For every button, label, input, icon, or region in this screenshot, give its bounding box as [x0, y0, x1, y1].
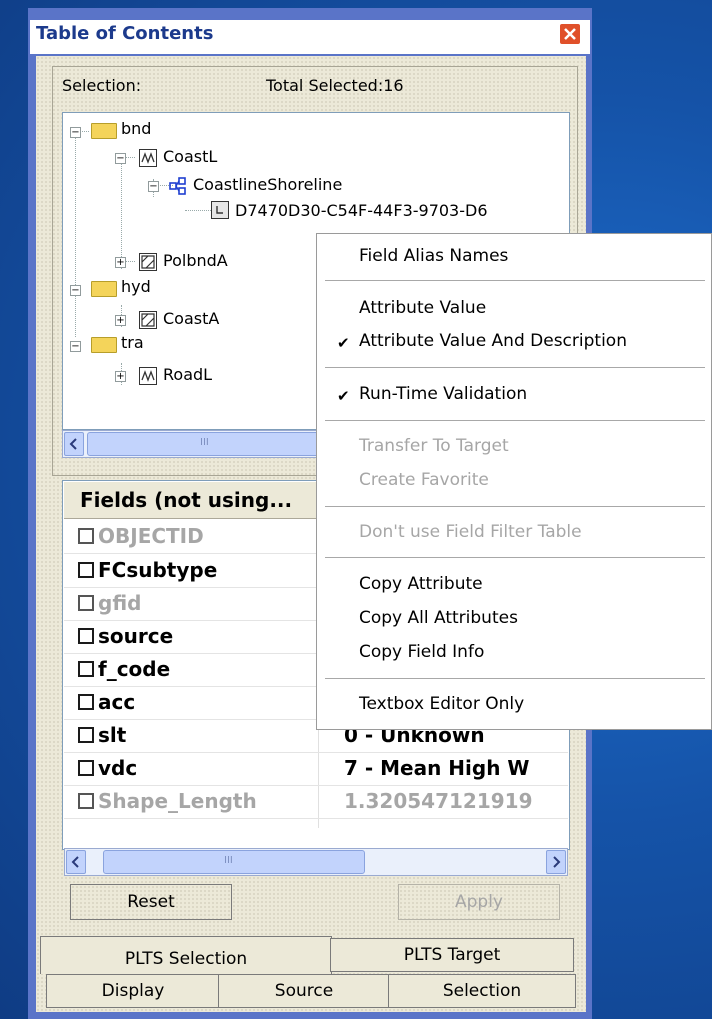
polygon-feature-icon [139, 253, 157, 271]
folder-icon [91, 337, 117, 353]
selection-label: Selection: [62, 76, 142, 95]
scroll-grip: III [200, 437, 209, 448]
tree-node-polbnda[interactable]: PolbndA [163, 251, 228, 270]
menu-item-copy-field-info[interactable]: Copy Field Info [359, 642, 484, 662]
menu-item-dont-use-field-filter-table[interactable]: Don't use Field Filter Table [359, 522, 582, 542]
tab-display[interactable]: Display [46, 974, 220, 1008]
tab-plts-selection[interactable]: PLTS Selection [40, 936, 332, 974]
field-row[interactable]: vdc 7 - Mean High W [64, 752, 568, 786]
scroll-grip: III [224, 855, 233, 866]
field-checkbox[interactable] [78, 628, 94, 644]
field-checkbox[interactable] [78, 793, 94, 809]
tree-node-tra[interactable]: tra [121, 333, 144, 352]
scroll-thumb[interactable]: III [87, 432, 337, 456]
tree-node-coasta[interactable]: CoastA [163, 309, 219, 328]
fields-horizontal-scrollbar[interactable]: III [64, 848, 568, 876]
folder-icon [91, 281, 117, 297]
expand-toggle[interactable]: + [115, 315, 126, 326]
tree-node-coastl[interactable]: CoastL [163, 147, 217, 166]
menu-separator [325, 367, 705, 368]
menu-item-create-favorite[interactable]: Create Favorite [359, 470, 489, 490]
menu-separator [325, 280, 705, 281]
menu-separator [325, 506, 705, 507]
tab-source[interactable]: Source [218, 974, 390, 1008]
tab-selection[interactable]: Selection [388, 974, 576, 1008]
expand-toggle[interactable]: + [115, 257, 126, 268]
close-icon [564, 28, 576, 40]
collapse-toggle[interactable]: − [115, 153, 126, 164]
field-checkbox[interactable] [78, 528, 94, 544]
menu-item-attribute-value[interactable]: Attribute Value [359, 298, 486, 318]
tree-node-bnd[interactable]: bnd [121, 119, 151, 138]
scroll-left-button[interactable] [66, 850, 86, 874]
field-row[interactable]: Shape_Length 1.320547121919 [64, 785, 568, 819]
field-value[interactable]: 7 - Mean High W [344, 756, 529, 780]
field-checkbox[interactable] [78, 661, 94, 677]
field-name: f_code [98, 657, 171, 681]
field-name: gfid [98, 591, 142, 615]
polygon-feature-icon [139, 311, 157, 329]
line-feature-icon [139, 149, 157, 167]
field-name: source [98, 624, 174, 648]
menu-item-attribute-value-and-description[interactable]: Attribute Value And Description [359, 331, 627, 351]
folder-icon [91, 123, 117, 139]
checkmark-icon: ✔ [337, 334, 350, 352]
menu-separator [325, 678, 705, 679]
tab-plts-target[interactable]: PLTS Target [330, 938, 574, 972]
record-icon [211, 201, 229, 219]
collapse-toggle[interactable]: − [148, 181, 159, 192]
tree-node-coastlineshoreline[interactable]: CoastlineShoreline [193, 175, 342, 194]
close-button[interactable] [559, 23, 581, 45]
menu-item-copy-attribute[interactable]: Copy Attribute [359, 574, 483, 594]
field-value[interactable]: 1.320547121919 [344, 789, 533, 813]
chevron-left-icon [71, 856, 79, 868]
tree-node-hyd[interactable]: hyd [121, 277, 151, 296]
menu-separator [325, 420, 705, 421]
window-title: Table of Contents [36, 23, 214, 44]
field-checkbox[interactable] [78, 694, 94, 710]
menu-separator [325, 557, 705, 558]
scroll-thumb[interactable]: III [103, 850, 365, 874]
field-name: vdc [98, 756, 138, 780]
menu-item-field-alias-names[interactable]: Field Alias Names [359, 246, 508, 266]
total-selected: Total Selected:16 [266, 76, 404, 95]
field-name: slt [98, 723, 127, 747]
field-checkbox[interactable] [78, 562, 94, 578]
menu-item-copy-all-attributes[interactable]: Copy All Attributes [359, 608, 518, 628]
collapse-toggle[interactable]: − [70, 341, 81, 352]
checkmark-icon: ✔ [337, 387, 350, 405]
topology-icon [169, 177, 187, 195]
tree-node-roadl[interactable]: RoadL [163, 365, 212, 384]
field-checkbox[interactable] [78, 727, 94, 743]
line-feature-icon [139, 367, 157, 385]
field-name: Shape_Length [98, 789, 257, 813]
scroll-right-button[interactable] [546, 850, 566, 874]
expand-toggle[interactable]: + [115, 371, 126, 382]
menu-item-transfer-to-target[interactable]: Transfer To Target [359, 436, 509, 456]
apply-button[interactable]: Apply [398, 884, 560, 920]
tree-node-record[interactable]: D7470D30-C54F-44F3-9703-D6 [235, 201, 488, 220]
menu-item-textbox-editor-only[interactable]: Textbox Editor Only [359, 694, 524, 714]
reset-button[interactable]: Reset [70, 884, 232, 920]
scroll-left-button[interactable] [64, 432, 84, 456]
chevron-right-icon [553, 856, 561, 868]
chevron-left-icon [69, 438, 77, 450]
field-name: acc [98, 690, 136, 714]
fields-header-label: Fields (not using... [80, 488, 293, 512]
field-checkbox[interactable] [78, 760, 94, 776]
collapse-toggle[interactable]: − [70, 127, 81, 138]
collapse-toggle[interactable]: − [70, 285, 81, 296]
menu-item-run-time-validation[interactable]: Run-Time Validation [359, 384, 527, 404]
context-menu: Field Alias Names Attribute Value ✔ Attr… [316, 233, 712, 730]
field-name: OBJECTID [98, 524, 204, 548]
field-name: FCsubtype [98, 558, 218, 582]
field-checkbox[interactable] [78, 595, 94, 611]
